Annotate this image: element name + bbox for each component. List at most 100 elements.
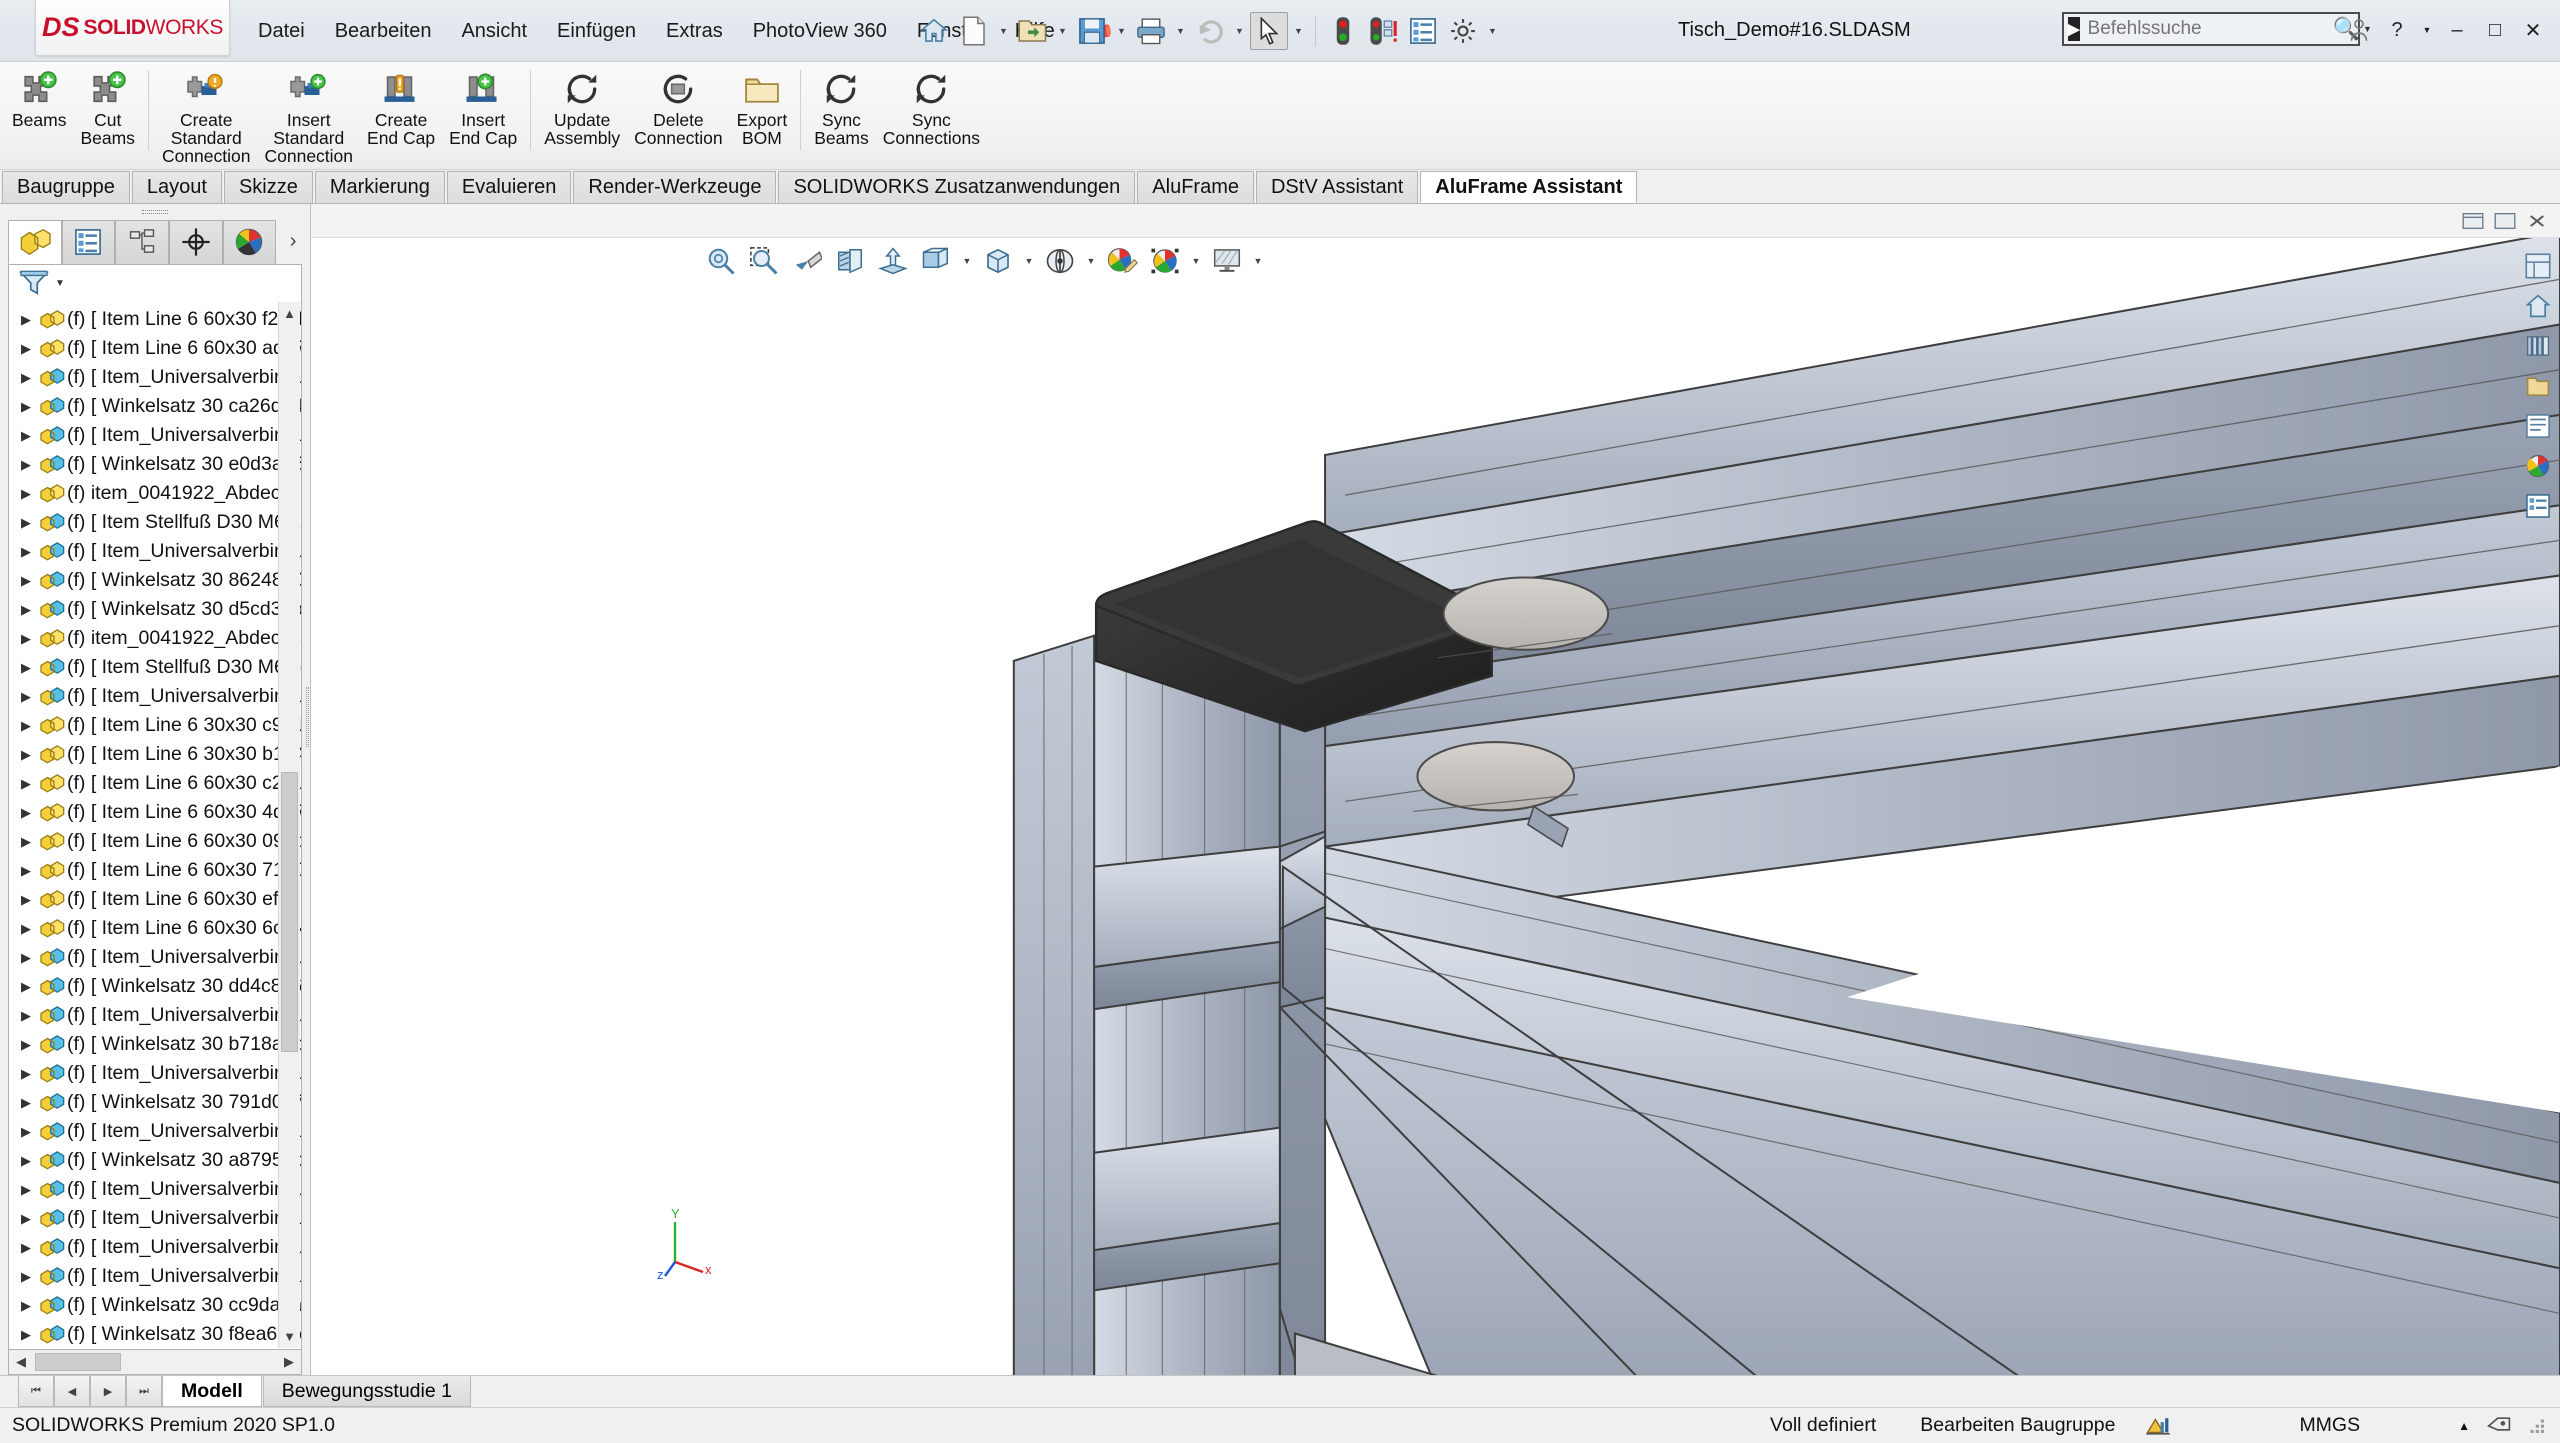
tree-item[interactable]: ▶ (f) [ Item_Universalverbindung <box>9 1204 301 1233</box>
expand-arrow-icon[interactable]: ▶ <box>15 1037 37 1053</box>
tree-item[interactable]: ▶ (f) [ Item_Universalverbindung <box>9 682 301 711</box>
expand-arrow-icon[interactable]: ▶ <box>15 1211 37 1227</box>
tree-item[interactable]: ▶ (f) [ Winkelsatz 30 dd4c8c6e-0b <box>9 972 301 1001</box>
tab-render-werkzeuge[interactable]: Render-Werkzeuge <box>573 171 777 203</box>
select-cursor-icon[interactable] <box>1250 12 1288 50</box>
menu-item-bearbeiten[interactable]: Bearbeiten <box>320 16 447 47</box>
expand-arrow-icon[interactable]: ▶ <box>15 1240 37 1256</box>
help-icon[interactable]: ? <box>2380 14 2414 46</box>
tab-dstv-assistant[interactable]: DStV Assistant <box>1255 171 1419 203</box>
display-style-caret-icon[interactable]: ▼ <box>959 242 975 280</box>
feature-tree-horizontal-scrollbar[interactable]: ◀ ▶ <box>8 1349 302 1376</box>
create-standard-connection-button[interactable]: Create Standard Connection <box>155 62 258 168</box>
graphics-viewport[interactable]: ▼ ▼ ▼ ▼ ▼ Y x z <box>310 204 2560 1375</box>
tree-item[interactable]: ▶ (f) [ Item_Universalverbindung <box>9 537 301 566</box>
tab-aluframe-assistant[interactable]: AluFrame Assistant <box>1420 171 1638 203</box>
tree-item[interactable]: ▶ (f) [ Item Line 6 60x30 ad07d7f9 <box>9 334 301 363</box>
view-palette-icon[interactable] <box>2520 248 2556 284</box>
custom-properties-icon[interactable] <box>2520 488 2556 524</box>
new-document-icon[interactable] <box>955 12 993 50</box>
tab-skizze[interactable]: Skizze <box>223 171 313 203</box>
expand-arrow-icon[interactable]: ▶ <box>15 660 37 676</box>
tree-item[interactable]: ▶ (f) [ Item Line 6 60x30 f2df1b79 <box>9 305 301 334</box>
update-assembly-button[interactable]: Update Assembly <box>537 62 627 150</box>
tree-item[interactable]: ▶ (f) [ Item Line 6 60x30 6c7f4ee4 <box>9 914 301 943</box>
expand-arrow-icon[interactable]: ▶ <box>15 370 37 386</box>
expand-arrow-icon[interactable]: ▶ <box>15 1153 37 1169</box>
tree-item[interactable]: ▶ (f) [ Item Line 6 60x30 c2112663 <box>9 769 301 798</box>
prev-tab-icon[interactable]: ◀ <box>54 1376 90 1407</box>
expand-arrow-icon[interactable]: ▶ <box>15 1095 37 1111</box>
expand-arrow-icon[interactable]: ▶ <box>15 457 37 473</box>
design-library-icon[interactable] <box>2520 328 2556 364</box>
edit-appearance-icon[interactable] <box>1102 242 1142 280</box>
expand-arrow-icon[interactable]: ▶ <box>15 834 37 850</box>
expand-arrow-icon[interactable]: ▶ <box>15 486 37 502</box>
menu-item-extras[interactable]: Extras <box>651 16 738 47</box>
tree-item[interactable]: ▶ (f) [ Item Stellfuß D30 M6 b7ff0 <box>9 653 301 682</box>
expand-arrow-icon[interactable]: ▶ <box>15 312 37 328</box>
feature-tree-vertical-scrollbar[interactable]: ▲ ▼ <box>278 302 300 1348</box>
solidworks-logo[interactable]: DS SOLIDWORKS <box>35 0 230 56</box>
tree-item[interactable]: ▶ (f) [ Item_Universalverbindung <box>9 421 301 450</box>
tab-baugruppe[interactable]: Baugruppe <box>2 171 130 203</box>
rebuild-all-icon[interactable] <box>1364 12 1402 50</box>
hide-show-items-icon[interactable] <box>978 242 1018 280</box>
apply-scene-caret-icon[interactable]: ▼ <box>1083 242 1099 280</box>
save-icon[interactable] <box>1073 12 1111 50</box>
user-account-icon[interactable] <box>2342 14 2376 46</box>
expand-arrow-icon[interactable]: ▶ <box>15 544 37 560</box>
view-palette2-icon[interactable] <box>2520 408 2556 444</box>
cut-beams-button[interactable]: Cut Beams <box>73 62 141 150</box>
tree-item[interactable]: ▶ (f) [ Winkelsatz 30 791d037d-90 <box>9 1088 301 1117</box>
tab-solidworks-zusatzanwendungen[interactable]: SOLIDWORKS Zusatzanwendungen <box>778 171 1136 203</box>
options-caret-icon[interactable]: ▼ <box>1484 12 1501 50</box>
tree-item[interactable]: ▶ (f) [ Item_Universalverbindung <box>9 1175 301 1204</box>
expand-arrow-icon[interactable]: ▶ <box>15 805 37 821</box>
menu-item-datei[interactable]: Datei <box>243 16 320 47</box>
tree-item[interactable]: ▶ (f) [ Winkelsatz 30 b718a8be-ef <box>9 1030 301 1059</box>
expand-arrow-icon[interactable]: ▶ <box>15 631 37 647</box>
units-caret-icon[interactable]: ▲ <box>2450 1419 2478 1433</box>
menu-item-einfuegen[interactable]: Einfügen <box>542 16 651 47</box>
scroll-down-icon[interactable]: ▼ <box>279 1326 300 1348</box>
sync-beams-button[interactable]: Sync Beams <box>807 62 875 150</box>
tree-item[interactable]: ▶ (f) [ Winkelsatz 30 f8ea662e-d5 <box>9 1320 301 1348</box>
display-manager-tab[interactable] <box>222 219 277 265</box>
section-view-icon[interactable] <box>830 242 870 280</box>
tab-layout[interactable]: Layout <box>131 171 222 203</box>
dimxpert-manager-tab[interactable] <box>168 219 223 265</box>
previous-view-icon[interactable] <box>787 242 827 280</box>
panel-drag-handle[interactable] <box>0 204 310 220</box>
hscrollbar-thumb[interactable] <box>35 1352 121 1372</box>
tab-aluframe[interactable]: AluFrame <box>1137 171 1254 203</box>
next-tab-icon[interactable]: ▶ <box>90 1376 126 1407</box>
feature-manager-more-icon[interactable]: › <box>276 220 310 265</box>
tree-item[interactable]: ▶ (f) [ Item_Universalverbindung <box>9 1262 301 1291</box>
first-tab-icon[interactable]: ⏮ <box>18 1376 54 1407</box>
view-orientation-icon[interactable] <box>873 242 913 280</box>
insert-standard-connection-button[interactable]: Insert Standard Connection <box>257 62 360 168</box>
tree-item[interactable]: ▶ (f) [ Item Line 6 30x30 c941fa7c <box>9 711 301 740</box>
tree-item[interactable]: ▶ (f) [ Item Line 6 30x30 b1643bc <box>9 740 301 769</box>
expand-arrow-icon[interactable]: ▶ <box>15 718 37 734</box>
maximize-button[interactable]: □ <box>2478 14 2512 46</box>
resize-grip-icon[interactable] <box>2520 1417 2560 1435</box>
expand-arrow-icon[interactable]: ▶ <box>15 1182 37 1198</box>
view-settings-icon[interactable] <box>1207 242 1247 280</box>
tag-icon[interactable] <box>2478 1414 2520 1438</box>
tree-item[interactable]: ▶ (f) [ Item Line 6 60x30 4d17e3e <box>9 798 301 827</box>
tree-item[interactable]: ▶ (f) [ Item Line 6 60x30 71005a02 <box>9 856 301 885</box>
minimize-button[interactable]: – <box>2440 14 2474 46</box>
appearances-scenes-icon[interactable] <box>1145 242 1185 280</box>
tree-item[interactable]: ▶ (f) [ Winkelsatz 30 ca26d54d-ff <box>9 392 301 421</box>
tree-item[interactable]: ▶ (f) [ Winkelsatz 30 d5cd3fdc-0c <box>9 595 301 624</box>
tab-evaluieren[interactable]: Evaluieren <box>446 171 572 203</box>
expand-arrow-icon[interactable]: ▶ <box>15 1066 37 1082</box>
hide-show-caret-icon[interactable]: ▼ <box>1021 242 1037 280</box>
expand-arrow-icon[interactable]: ▶ <box>15 921 37 937</box>
scroll-left-icon[interactable]: ◀ <box>9 1354 33 1370</box>
insert-end-cap-button[interactable]: Insert End Cap <box>442 62 524 150</box>
sync-connections-button[interactable]: Sync Connections <box>876 62 987 150</box>
file-explorer-icon[interactable] <box>2520 368 2556 404</box>
